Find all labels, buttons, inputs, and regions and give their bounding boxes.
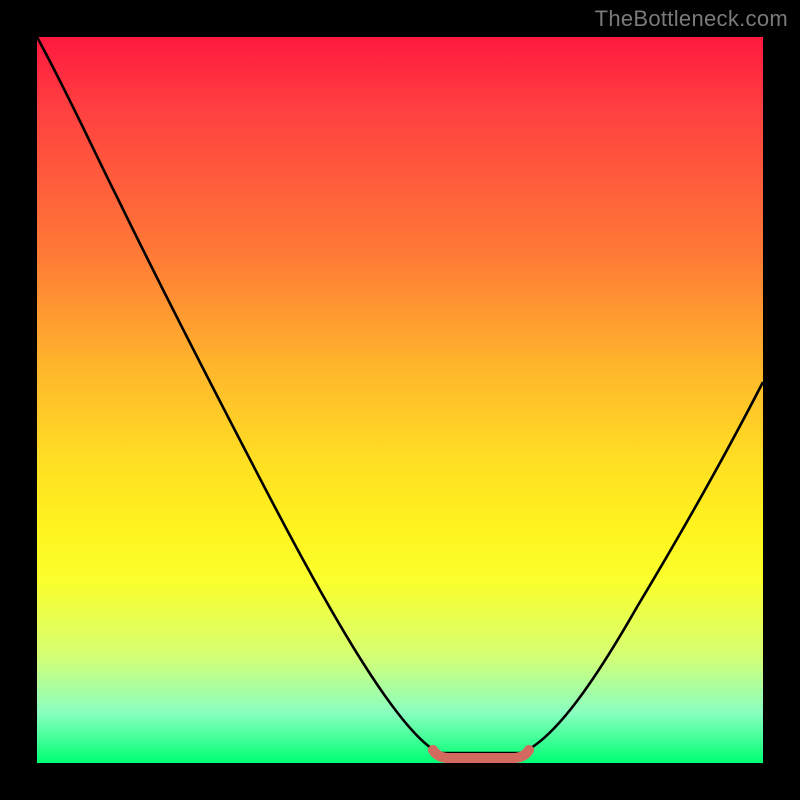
chart-svg bbox=[37, 37, 763, 763]
chart-plot-area bbox=[37, 37, 763, 763]
chart-frame: TheBottleneck.com bbox=[0, 0, 800, 800]
optimal-range-marker bbox=[433, 750, 529, 758]
bottleneck-curve bbox=[37, 37, 763, 753]
watermark-text: TheBottleneck.com bbox=[595, 6, 788, 32]
